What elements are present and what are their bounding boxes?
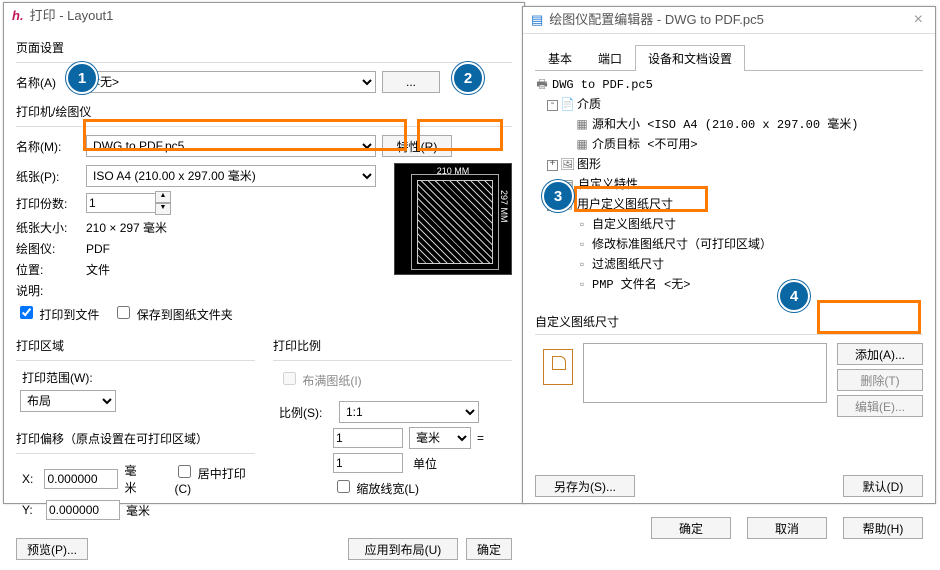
badge-2: 2 [452,62,484,94]
chk-fit-paper: 布满图纸(I) [279,374,362,388]
preview-height: 297 MM [499,190,509,223]
cfg-ok-button[interactable]: 确定 [651,517,731,539]
paper-p-label: 纸张(P): [16,168,80,185]
tab-device[interactable]: 设备和文档设置 [635,45,745,71]
y-label: Y: [22,503,40,517]
paper-preview: 210 MM 297 MM [394,163,512,275]
apply-layout-button[interactable]: 应用到布局(U) [348,538,458,560]
units-label: 单位 [409,455,475,472]
add-button[interactable]: 添加(A)... [837,343,923,365]
chk-save-folder[interactable]: 保存到图纸文件夹 [113,303,232,323]
scale-s-select[interactable]: 1:1 [339,401,479,423]
tree-graphics[interactable]: 图形 [577,155,601,175]
page-setup-group: 页面设置 [16,39,512,56]
area-group: 打印区域 [16,337,255,354]
paper-size-label: 纸张大小: [16,219,80,236]
y-unit: 毫米 [126,502,150,519]
printer-group: 打印机/绘图仪 [16,103,512,120]
cfg-cancel-button[interactable]: 取消 [747,517,827,539]
copies-label: 打印份数: [16,195,80,212]
tree-modify-std[interactable]: 修改标准图纸尺寸（可打印区域） [592,235,772,255]
tab-port[interactable]: 端口 [585,45,635,71]
name-a-select[interactable]: <无> [86,71,376,93]
scale-v2-input[interactable] [333,453,403,473]
default-button[interactable]: 默认(D) [843,475,923,497]
tab-basic[interactable]: 基本 [535,45,585,71]
y-input[interactable] [46,500,120,520]
tree-user-paper[interactable]: 用户定义图纸尺寸 [577,195,673,215]
scale-s-label: 比例(S): [279,404,333,421]
plotter-label: 绘图仪: [16,240,80,257]
location-value: 文件 [86,261,110,278]
custom-paper-list[interactable] [583,343,827,403]
delete-button: 删除(T) [837,369,923,391]
x-unit: 毫米 [124,462,146,496]
badge-3: 3 [542,180,574,212]
chk-to-file[interactable]: 打印到文件 [16,303,99,323]
config-icon: ▤ [531,7,543,33]
paper-size-value: 210 × 297 毫米 [86,219,167,236]
close-button[interactable]: × [910,7,927,33]
app-icon: h. [12,3,24,29]
plotter-value: PDF [86,242,110,256]
chk-scale-lw[interactable]: 缩放线宽(L) [333,482,419,496]
name-m-select[interactable]: DWG to PDF.pc5 [86,135,376,157]
paper-p-select[interactable]: ISO A4 (210.00 x 297.00 毫米) [86,165,376,187]
properties-button[interactable]: 特性(R) [382,135,452,157]
area-range-select[interactable]: 布局 [20,390,116,412]
chk-center[interactable]: 居中打印(C) [174,462,255,496]
scale-unit-select[interactable]: 毫米 [409,427,471,449]
tree-filter-paper[interactable]: 过滤图纸尺寸 [592,255,664,275]
badge-4: 4 [778,280,810,312]
x-input[interactable] [44,469,118,489]
tree-pmp-file[interactable]: PMP 文件名 <无> [592,275,690,295]
desc-label: 说明: [16,282,80,299]
tree-custom-props[interactable]: 自定义特性 [578,175,638,195]
config-title: 绘图仪配置编辑器 - DWG to PDF.pc5 [549,7,764,33]
badge-1: 1 [66,62,98,94]
custom-paper-section: 自定义图纸尺寸 [535,313,923,330]
preview-button[interactable]: 预览(P)... [16,538,88,560]
saveas-button[interactable]: 另存为(S)... [535,475,635,497]
copies-stepper[interactable]: ▲▼ [155,191,171,215]
name-m-label: 名称(M): [16,138,80,155]
config-tree[interactable]: 🖶DWG to PDF.pc5 -📄介质 ▦源和大小 <ISO A4 (210.… [535,71,923,303]
tree-media-src[interactable]: 源和大小 <ISO A4 (210.00 x 297.00 毫米) [592,115,858,135]
paper-icon [543,349,573,385]
tree-media-tgt[interactable]: 介质目标 <不可用> [592,135,698,155]
scale-v1-input[interactable] [333,428,403,448]
tree-custom-paper[interactable]: 自定义图纸尺寸 [592,215,676,235]
edit-button: 编辑(E)... [837,395,923,417]
equals-label: = [477,431,484,445]
window-title: 打印 - Layout1 [30,3,114,29]
name-a-more-button[interactable]: ... [382,71,440,93]
location-label: 位置: [16,261,80,278]
tree-root[interactable]: DWG to PDF.pc5 [552,75,653,95]
cfg-help-button[interactable]: 帮助(H) [843,517,923,539]
area-range-label: 打印范围(W): [22,369,255,386]
print-ok-button[interactable]: 确定 [466,538,512,560]
offset-group: 打印偏移（原点设置在可打印区域） [16,430,255,447]
x-label: X: [22,472,38,486]
tree-media[interactable]: 介质 [577,95,601,115]
copies-input[interactable] [86,193,156,213]
scale-group: 打印比例 [273,337,512,354]
